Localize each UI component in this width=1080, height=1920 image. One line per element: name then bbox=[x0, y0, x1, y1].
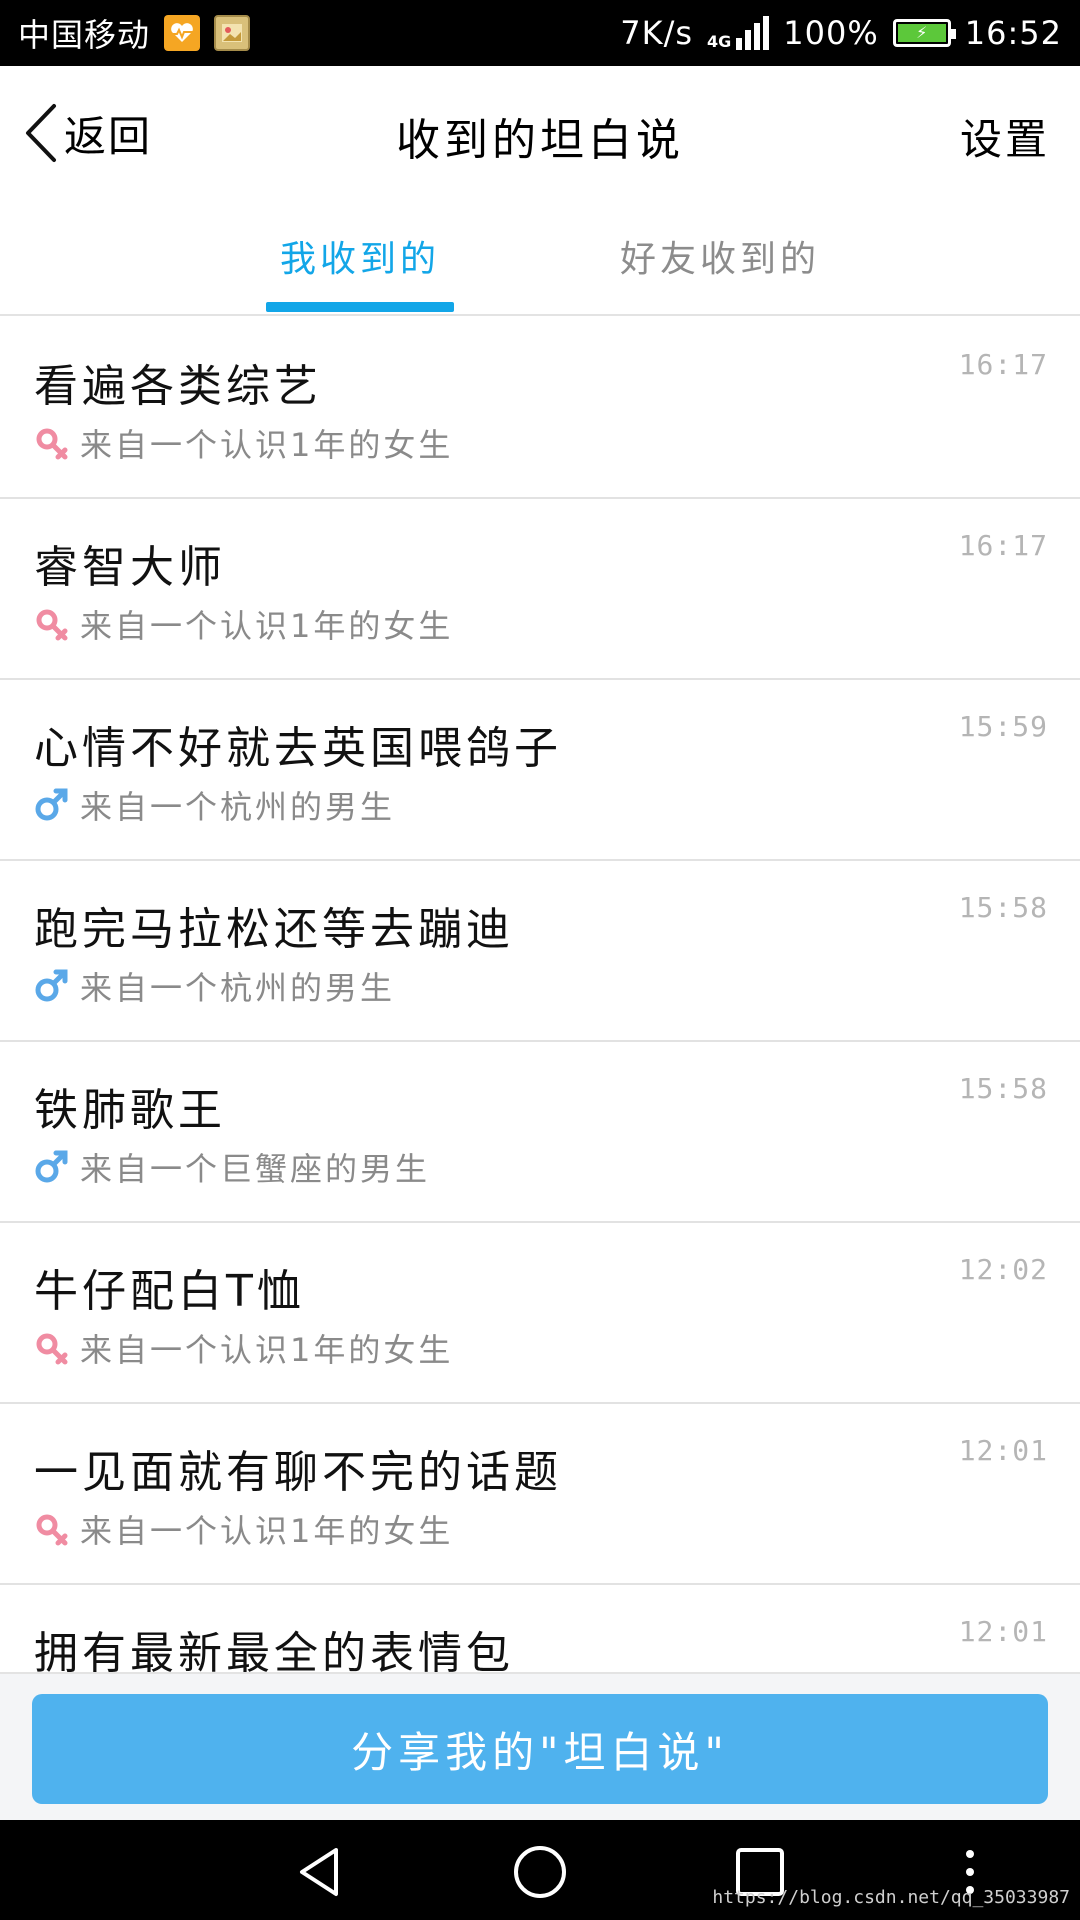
message-from: 来自一个杭州的男生 bbox=[80, 788, 396, 826]
back-button[interactable]: 返回 bbox=[22, 100, 152, 166]
message-sender: 来自一个认识1年的女生 bbox=[34, 1325, 453, 1371]
carrier-name: 中国移动 bbox=[18, 16, 151, 54]
message-from: 来自一个认识1年的女生 bbox=[80, 1512, 454, 1550]
tab-bar: 我收到的 好友收到的 bbox=[0, 206, 1080, 316]
message-sender: 来自一个认识1年的女生 bbox=[34, 601, 453, 647]
message-list[interactable]: 看遍各类综艺 16:17 来自一个认识1年的女生 睿智大师 16:17 来自一个… bbox=[0, 318, 1080, 1672]
screen: 中国移动 7K/s 4G 100% ⚡ 16:52 返回 收到的坦白说 设置 我… bbox=[0, 0, 1080, 1920]
male-icon bbox=[34, 1150, 68, 1184]
list-item[interactable]: 铁肺歌王 15:58 来自一个巨蟹座的男生 bbox=[0, 1042, 1080, 1223]
message-title: 跑完马拉松还等去蹦迪 bbox=[34, 904, 514, 955]
list-item[interactable]: 牛仔配白T恤 12:02 来自一个认识1年的女生 bbox=[0, 1223, 1080, 1404]
female-icon bbox=[34, 426, 68, 460]
network-type: 4G bbox=[707, 32, 732, 51]
battery-percent: 100% bbox=[783, 14, 879, 52]
message-from: 来自一个杭州的男生 bbox=[80, 969, 396, 1007]
back-label: 返回 bbox=[64, 111, 153, 161]
message-sender: 来自一个巨蟹座的男生 bbox=[34, 1144, 430, 1190]
female-icon bbox=[34, 1331, 68, 1365]
male-icon bbox=[34, 969, 68, 1003]
message-sender: 来自一个杭州的男生 bbox=[34, 963, 395, 1009]
status-bar-left: 中国移动 bbox=[18, 10, 251, 56]
back-triangle-icon[interactable] bbox=[290, 1842, 350, 1902]
home-circle-icon[interactable] bbox=[510, 1842, 570, 1902]
message-from: 来自一个巨蟹座的男生 bbox=[80, 1150, 431, 1188]
list-item[interactable]: 拥有最新最全的表情包 12:01 bbox=[0, 1585, 1080, 1672]
list-item[interactable]: 看遍各类综艺 16:17 来自一个认识1年的女生 bbox=[0, 318, 1080, 499]
message-time: 16:17 bbox=[958, 348, 1048, 381]
status-bar-right: 7K/s 4G 100% ⚡ 16:52 bbox=[620, 14, 1062, 52]
message-title: 牛仔配白T恤 bbox=[34, 1266, 305, 1317]
net-speed: 7K/s bbox=[620, 14, 694, 52]
message-title: 看遍各类综艺 bbox=[34, 361, 322, 412]
message-from: 来自一个认识1年的女生 bbox=[80, 607, 454, 645]
message-sender: 来自一个认识1年的女生 bbox=[34, 1506, 453, 1552]
status-bar: 中国移动 7K/s 4G 100% ⚡ 16:52 bbox=[0, 0, 1080, 66]
message-title: 铁肺歌王 bbox=[34, 1085, 226, 1136]
message-sender: 来自一个认识1年的女生 bbox=[34, 420, 453, 466]
share-area: 分享我的"坦白说" bbox=[0, 1672, 1080, 1820]
clock: 16:52 bbox=[964, 14, 1062, 52]
message-from: 来自一个认识1年的女生 bbox=[80, 1331, 454, 1369]
list-item[interactable]: 心情不好就去英国喂鸽子 15:59 来自一个杭州的男生 bbox=[0, 680, 1080, 861]
message-time: 15:58 bbox=[958, 1072, 1048, 1105]
watermark-text: https://blog.csdn.net/qq_35033987 bbox=[712, 1887, 1070, 1908]
battery-fill: ⚡ bbox=[897, 24, 946, 42]
tab-received-by-me[interactable]: 我收到的 bbox=[280, 230, 440, 282]
settings-button[interactable]: 设置 bbox=[960, 106, 1050, 167]
message-time: 12:01 bbox=[958, 1615, 1048, 1648]
message-time: 12:01 bbox=[958, 1434, 1048, 1467]
list-item[interactable]: 一见面就有聊不完的话题 12:01 来自一个认识1年的女生 bbox=[0, 1404, 1080, 1585]
active-tab-indicator bbox=[266, 302, 454, 312]
message-title: 心情不好就去英国喂鸽子 bbox=[34, 723, 562, 774]
female-icon bbox=[34, 607, 68, 641]
list-item[interactable]: 睿智大师 16:17 来自一个认识1年的女生 bbox=[0, 499, 1080, 680]
tab-received-by-friends[interactable]: 好友收到的 bbox=[620, 230, 820, 282]
message-time: 15:59 bbox=[958, 710, 1048, 743]
gallery-app-icon bbox=[214, 15, 251, 51]
share-button[interactable]: 分享我的"坦白说" bbox=[32, 1694, 1048, 1804]
message-sender: 来自一个杭州的男生 bbox=[34, 782, 395, 828]
female-icon bbox=[34, 1512, 68, 1546]
list-item[interactable]: 跑完马拉松还等去蹦迪 15:58 来自一个杭州的男生 bbox=[0, 861, 1080, 1042]
health-app-icon bbox=[164, 15, 201, 51]
chevron-left-icon bbox=[22, 102, 58, 164]
header: 返回 收到的坦白说 设置 bbox=[0, 66, 1080, 206]
message-title: 睿智大师 bbox=[34, 542, 226, 593]
message-time: 16:17 bbox=[958, 529, 1048, 562]
battery-icon: ⚡ bbox=[892, 19, 956, 47]
message-title: 一见面就有聊不完的话题 bbox=[34, 1447, 562, 1498]
page-title: 收到的坦白说 bbox=[396, 115, 684, 166]
navigation-bar: https://blog.csdn.net/qq_35033987 bbox=[0, 1820, 1080, 1920]
male-icon bbox=[34, 788, 68, 822]
message-time: 15:58 bbox=[958, 891, 1048, 924]
message-from: 来自一个认识1年的女生 bbox=[80, 426, 454, 464]
message-title: 拥有最新最全的表情包 bbox=[34, 1628, 514, 1672]
message-time: 12:02 bbox=[958, 1253, 1048, 1286]
signal-icon: 4G bbox=[707, 16, 770, 51]
